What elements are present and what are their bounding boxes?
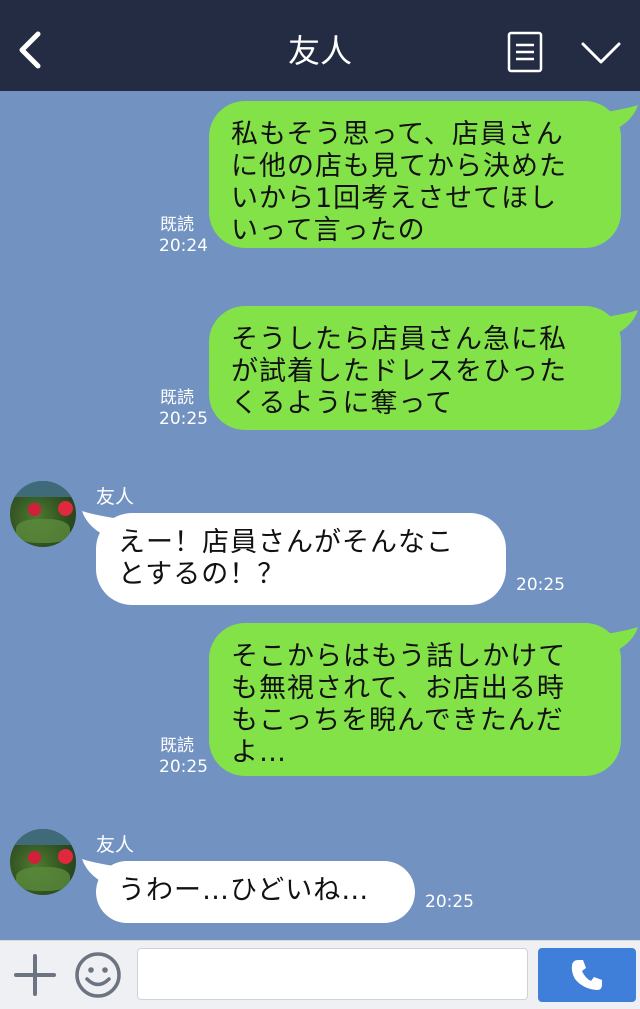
message-line: えー！店員さんがそんなこ: [118, 527, 454, 558]
smile-icon[interactable]: [73, 950, 123, 1000]
received-message-bubble[interactable]: えー！店員さんがそんなこ とするの！？: [96, 513, 506, 605]
sent-message-bubble[interactable]: 私もそう思って、店員さん に他の店も見てから決めた いから1回考えさせてほし い…: [209, 101, 621, 248]
message-line: そうしたら店員さん急に私: [231, 324, 567, 355]
chat-header: 友人: [0, 0, 640, 91]
message-line: よ…: [231, 737, 287, 768]
message-time: 20:25: [425, 892, 474, 912]
sent-message-bubble[interactable]: そうしたら店員さん急に私 が試着したドレスをひった くるように奪って: [209, 306, 621, 430]
message-line: に他の店も見てから決めた: [231, 151, 567, 182]
read-receipt: 既読: [160, 215, 194, 235]
read-receipt: 既読: [160, 388, 194, 408]
phone-icon: [571, 960, 602, 990]
message-time: 20:25: [159, 409, 208, 429]
message-line: いって言ったの: [231, 215, 426, 246]
message-time: 20:24: [159, 236, 208, 256]
message-line: くるように奪って: [231, 388, 454, 419]
avatar[interactable]: [10, 481, 76, 547]
read-receipt: 既読: [160, 736, 194, 756]
sender-name: 友人: [96, 486, 135, 508]
chat-title: 友人: [287, 32, 352, 70]
avatar[interactable]: [10, 829, 76, 895]
plus-icon[interactable]: [14, 954, 56, 996]
message-line: 私もそう思って、店員さん: [231, 119, 564, 150]
message-time: 20:25: [159, 757, 208, 777]
message-line: そこからはもう話しかけて: [231, 641, 567, 672]
message-line: とするの！？: [118, 559, 286, 590]
message-line: もこっちを睨んできたんだ: [231, 705, 564, 736]
message-line: いから1回考えさせてほし: [231, 183, 558, 214]
sent-message-bubble[interactable]: そこからはもう話しかけて も無視されて、お店出る時 もこっちを睨んできたんだ よ…: [209, 623, 621, 776]
message-line: が試着したドレスをひった: [231, 356, 567, 387]
chat-area[interactable]: 私もそう思って、店員さん に他の店も見てから決めた いから1回考えさせてほし い…: [0, 91, 640, 940]
sender-name: 友人: [96, 834, 135, 856]
chevron-down-icon[interactable]: [580, 40, 622, 66]
message-input[interactable]: [137, 948, 528, 1000]
input-bar: [0, 940, 640, 1009]
received-message-bubble[interactable]: うわー…ひどいね…: [96, 861, 415, 923]
message-line: も無視されて、お店出る時: [231, 673, 565, 704]
message-line: うわー…ひどいね…: [118, 875, 370, 906]
message-time: 20:25: [516, 575, 565, 595]
note-icon[interactable]: [507, 31, 543, 73]
call-button[interactable]: [538, 948, 636, 1002]
